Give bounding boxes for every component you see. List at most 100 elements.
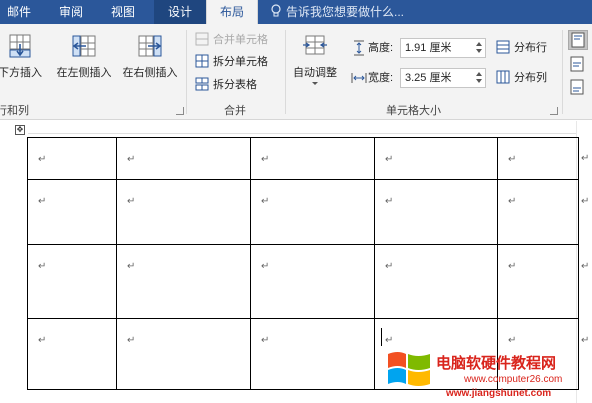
group-label-cell-size: 单元格大小 xyxy=(386,105,441,117)
ribbon-tab-strip: 邮件 审阅 视图 设计 布局 告诉我您想要做什么... xyxy=(0,0,592,24)
group-separator xyxy=(285,30,286,114)
group-label-merge: 合并 xyxy=(224,105,246,117)
table-cell[interactable]: ↵ xyxy=(250,137,375,180)
col-width-icon xyxy=(351,73,367,83)
align-bottom-left-icon xyxy=(570,79,584,95)
table-move-handle-icon[interactable]: ✥ xyxy=(15,125,25,135)
table-row: ↵ ↵ ↵ ↵ ↵ xyxy=(27,179,579,245)
tell-me-box[interactable]: 告诉我您想要做什么... xyxy=(270,0,404,24)
table-cell[interactable]: ↵ xyxy=(497,244,579,319)
row-height-control: 高度: 1.91 厘米 xyxy=(350,37,490,59)
table-cell[interactable]: ↵ xyxy=(374,137,498,180)
table-cell[interactable]: ↵ xyxy=(27,179,117,245)
row-height-input[interactable]: 1.91 厘米 xyxy=(400,38,486,58)
align-top-left-icon xyxy=(571,32,585,48)
text-cursor xyxy=(381,328,382,346)
split-table-button[interactable]: 拆分表格 xyxy=(195,75,257,95)
tab-view[interactable]: 视图 xyxy=(102,0,144,24)
insert-below-button[interactable]: 下方插入 xyxy=(0,32,50,92)
rows-cols-launcher-icon[interactable] xyxy=(176,107,184,115)
table-row: ↵ ↵ ↵ ↵ ↵ xyxy=(27,244,579,319)
spin-down-icon[interactable] xyxy=(476,79,482,83)
table-cell[interactable]: ↵ xyxy=(497,137,579,180)
table-cell[interactable]: ↵ xyxy=(116,318,251,390)
distribute-rows-icon xyxy=(496,40,510,54)
table-cell[interactable]: ↵ xyxy=(116,179,251,245)
distribute-cols-icon xyxy=(496,70,510,84)
tell-me-placeholder: 告诉我您想要做什么... xyxy=(286,5,405,19)
tab-review[interactable]: 审阅 xyxy=(50,0,92,24)
align-bottom-left-button[interactable] xyxy=(568,78,588,98)
group-separator xyxy=(562,30,563,114)
chevron-down-icon xyxy=(312,82,318,85)
watermark-title: 电脑软硬件教程网 xyxy=(436,355,557,372)
align-top-left-button[interactable] xyxy=(568,30,588,50)
col-width-input[interactable]: 3.25 厘米 xyxy=(400,68,486,88)
insert-right-button[interactable]: 在右侧插入 xyxy=(118,32,182,92)
cell-size-launcher-icon[interactable] xyxy=(550,107,558,115)
insert-right-label: 在右侧插入 xyxy=(122,67,178,79)
merge-cells-icon xyxy=(195,32,209,46)
autofit-label: 自动调整 xyxy=(293,67,337,79)
table-cell[interactable]: ↵ xyxy=(374,244,498,319)
merge-cells-label: 合并单元格 xyxy=(213,34,268,46)
split-cells-button[interactable]: 拆分单元格 xyxy=(195,52,268,72)
row-end-mark: ↵ xyxy=(581,335,590,346)
spin-up-icon[interactable] xyxy=(476,72,482,76)
table-cell[interactable]: ↵ xyxy=(250,318,375,390)
col-width-control: 宽度: 3.25 厘米 xyxy=(350,67,490,89)
distribute-cols-label: 分布列 xyxy=(514,72,547,84)
table-cell[interactable]: ↵ xyxy=(116,137,251,180)
lightbulb-icon xyxy=(270,2,282,17)
table-cell[interactable]: ↵ xyxy=(116,244,251,319)
align-center-left-icon xyxy=(570,56,584,72)
ribbon-layout-panel: 下方插入 在左侧插入 在右侧插入 行和列 合并单元格 拆分单元格 拆分表格 合并 xyxy=(0,24,592,120)
insert-right-icon xyxy=(138,35,162,57)
split-table-icon xyxy=(195,77,209,91)
split-cells-icon xyxy=(195,54,209,68)
row-height-spinner[interactable] xyxy=(475,41,483,55)
table-cell[interactable]: ↵ xyxy=(250,179,375,245)
table-cell[interactable]: ↵ xyxy=(497,179,579,245)
table-cell[interactable]: ↵ xyxy=(27,244,117,319)
split-cells-label: 拆分单元格 xyxy=(213,56,268,68)
distribute-rows-button[interactable]: 分布行 xyxy=(496,38,547,58)
row-height-value: 1.91 厘米 xyxy=(405,42,452,54)
col-width-spinner[interactable] xyxy=(475,71,483,85)
site-watermark: 电脑软硬件教程网 www.computer26.com www.jiangshu… xyxy=(384,346,592,403)
tab-table-layout[interactable]: 布局 xyxy=(206,0,258,24)
col-width-label: 宽度: xyxy=(368,72,394,84)
row-end-mark: ↵ xyxy=(581,261,590,272)
row-height-label: 高度: xyxy=(368,42,394,54)
insert-left-button[interactable]: 在左侧插入 xyxy=(52,32,116,92)
spin-down-icon[interactable] xyxy=(476,49,482,53)
document-top-area xyxy=(0,121,592,135)
split-table-label: 拆分表格 xyxy=(213,79,257,91)
row-end-mark: ↵ xyxy=(581,153,590,164)
autofit-button[interactable]: 自动调整 xyxy=(288,32,342,92)
insert-left-icon xyxy=(72,35,96,57)
insert-below-icon xyxy=(9,34,31,58)
distribute-cols-button[interactable]: 分布列 xyxy=(496,68,547,88)
group-label-rows-cols: 行和列 xyxy=(0,105,29,117)
col-width-value: 3.25 厘米 xyxy=(405,72,452,84)
watermark-url-1: www.computer26.com xyxy=(464,374,563,385)
merge-cells-button[interactable]: 合并单元格 xyxy=(195,30,268,50)
table-cell[interactable]: ↵ xyxy=(27,137,117,180)
windows-logo-icon xyxy=(388,352,430,386)
align-center-left-button[interactable] xyxy=(568,55,588,75)
tab-mail[interactable]: 邮件 xyxy=(0,0,38,24)
group-separator xyxy=(186,30,187,114)
row-end-mark: ↵ xyxy=(581,196,590,207)
autofit-icon xyxy=(303,35,327,55)
table-cell[interactable]: ↵ xyxy=(250,244,375,319)
watermark-url-2: www.jiangshunet.com xyxy=(446,388,552,399)
tab-table-design[interactable]: 设计 xyxy=(154,0,206,24)
insert-left-label: 在左侧插入 xyxy=(56,67,112,79)
spin-up-icon[interactable] xyxy=(476,42,482,46)
table-cell[interactable]: ↵ xyxy=(374,179,498,245)
table-cell[interactable]: ↵ xyxy=(27,318,117,390)
page-margin-line xyxy=(28,133,576,134)
distribute-rows-label: 分布行 xyxy=(514,42,547,54)
row-height-icon xyxy=(354,40,364,56)
